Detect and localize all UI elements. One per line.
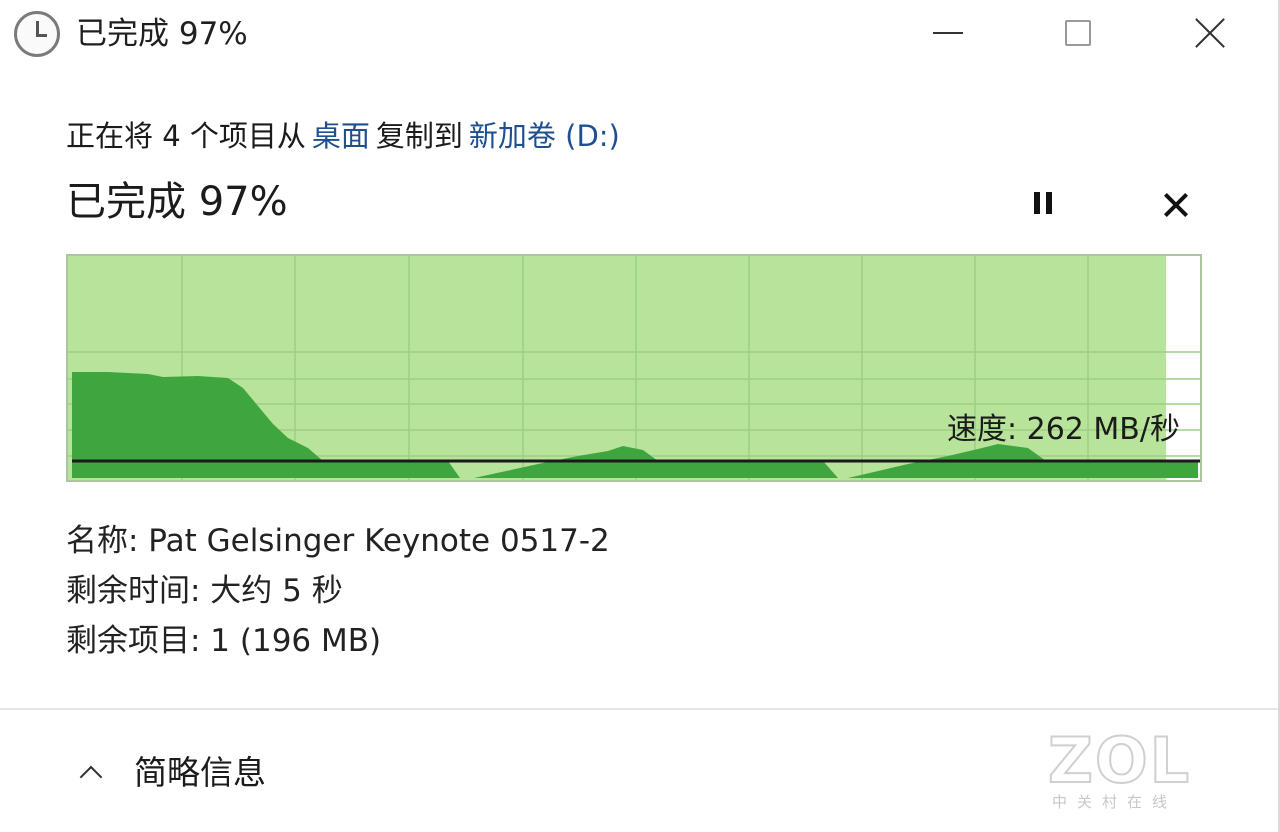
minimize-button[interactable]	[908, 0, 988, 66]
maximize-button[interactable]	[1038, 0, 1118, 66]
progress-heading: 已完成 97%	[66, 179, 288, 225]
items-remaining: 剩余项目: 1 (196 MB)	[66, 623, 382, 659]
file-copy-dialog: 已完成 97% 正在将 4 个项目从 桌面 复制到 新加卷 (D:) 已完成 97%	[0, 0, 1280, 832]
footer-divider	[0, 708, 1278, 710]
source-link[interactable]: 桌面	[312, 119, 370, 153]
close-icon	[1195, 18, 1225, 48]
watermark-logo: ZOL	[1047, 724, 1192, 797]
title-bar[interactable]: 已完成 97%	[0, 0, 1280, 70]
time-remaining: 剩余时间: 大约 5 秒	[66, 573, 343, 609]
pause-button[interactable]	[1018, 182, 1068, 228]
zol-watermark: ZOL 中关村在线	[1047, 724, 1198, 820]
copy-details: 名称: Pat Gelsinger Keynote 0517-2 剩余时间: 大…	[66, 516, 610, 666]
cancel-icon	[1164, 193, 1188, 217]
speed-label: 速度: 262 MB/秒	[946, 412, 1180, 447]
fewer-details-toggle[interactable]: 简略信息	[76, 748, 266, 798]
maximize-icon	[1065, 20, 1091, 46]
copy-prefix: 正在将 4 个项目从	[66, 119, 306, 153]
copy-middle: 复制到	[375, 119, 463, 153]
pause-icon	[1031, 192, 1055, 218]
speed-graph: 速度: 262 MB/秒	[66, 254, 1202, 482]
copy-description: 正在将 4 个项目从 桌面 复制到 新加卷 (D:)	[66, 116, 620, 156]
close-button[interactable]	[1170, 0, 1250, 66]
clock-icon	[14, 11, 60, 57]
window-title: 已完成 97%	[76, 16, 248, 52]
fewer-details-label: 简略信息	[134, 753, 266, 792]
file-name: 名称: Pat Gelsinger Keynote 0517-2	[66, 523, 610, 559]
cancel-button[interactable]	[1152, 182, 1200, 228]
watermark-sub: 中关村在线	[1052, 793, 1178, 811]
minimize-icon	[933, 32, 963, 34]
destination-link[interactable]: 新加卷 (D:)	[469, 119, 620, 153]
chevron-up-icon	[76, 758, 106, 788]
